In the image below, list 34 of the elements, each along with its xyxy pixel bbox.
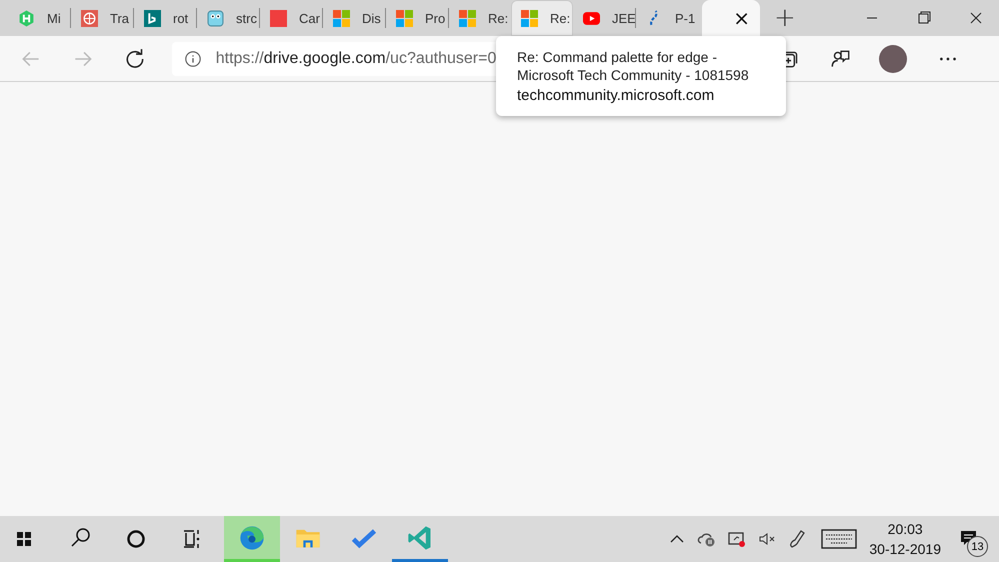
four-squares-icon (333, 10, 350, 26)
notification-count: 13 (967, 536, 988, 557)
tooltip-url: techcommunity.microsoft.com (517, 87, 716, 104)
browser-tab[interactable]: Re: (511, 0, 573, 36)
play-icon (583, 10, 600, 26)
tooltip-title: Re: Command palette for edge - (517, 48, 718, 66)
square-icon (270, 10, 287, 26)
browser-tab[interactable]: strc (197, 0, 259, 36)
browser-tab[interactable]: Pro (386, 0, 448, 36)
four-squares-icon (396, 10, 413, 26)
browser-tab[interactable]: × (702, 0, 760, 36)
new-tab-button[interactable]: + (774, 5, 796, 31)
browser-tab[interactable]: rot (134, 0, 196, 36)
browser-tab[interactable]: P-1 (636, 0, 698, 36)
info-icon (184, 50, 202, 68)
swirl-icon (238, 524, 266, 552)
keyboard-icon[interactable] (821, 528, 858, 550)
refresh-icon[interactable] (124, 48, 146, 70)
letter-b-icon (144, 10, 161, 26)
browser-tab[interactable]: JEE (573, 0, 635, 36)
clock-date[interactable]: 30-12-2019 (869, 539, 941, 559)
feedback-icon[interactable] (829, 48, 852, 70)
close-tab-button[interactable]: × (729, 8, 754, 28)
browser-tab[interactable]: Tra (71, 0, 133, 36)
browser-tab[interactable]: Mi (8, 0, 70, 36)
four-squares-icon (459, 10, 476, 26)
browser-tab[interactable]: Re: (449, 0, 511, 36)
browser-tab[interactable]: Car (260, 0, 322, 36)
clock-time[interactable]: 20:03 (888, 519, 923, 539)
four-squares-icon (521, 10, 538, 26)
browser-tab[interactable]: Dis (323, 0, 385, 36)
profile-avatar[interactable] (879, 44, 908, 72)
pen-icon[interactable] (787, 529, 808, 549)
hexagon-h-icon (18, 10, 35, 26)
